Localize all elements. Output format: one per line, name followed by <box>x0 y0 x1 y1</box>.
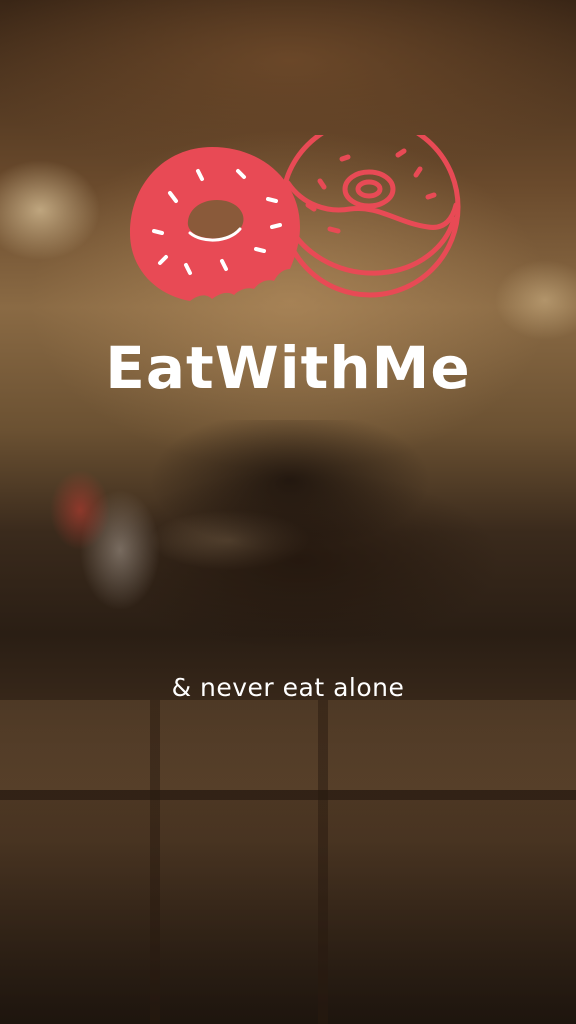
donuts-logo-icon <box>128 135 464 305</box>
background-crowd <box>40 420 540 650</box>
background-floor <box>0 700 576 1024</box>
app-title: EatWithMe <box>105 334 471 402</box>
splash-screen: EatWithMe & never eat alone <box>0 0 576 1024</box>
app-tagline: & never eat alone <box>171 673 405 702</box>
